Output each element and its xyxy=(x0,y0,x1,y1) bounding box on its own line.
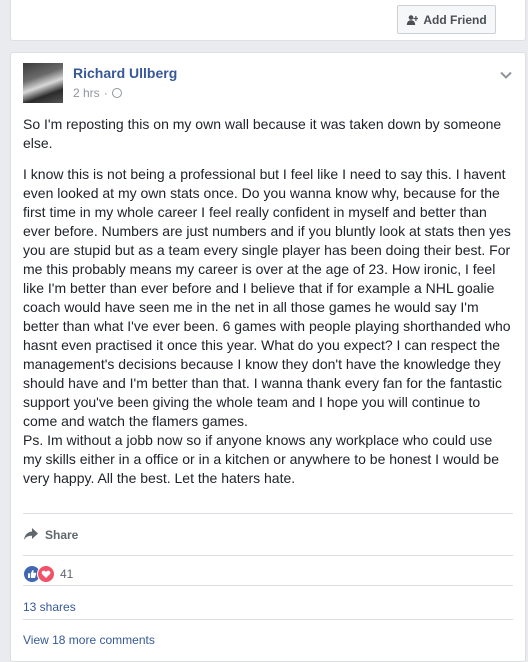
add-friend-label: Add Friend xyxy=(423,12,487,27)
share-label: Share xyxy=(45,528,79,542)
reactions-summary[interactable]: 41 xyxy=(23,565,73,583)
divider xyxy=(23,585,513,586)
globe-icon[interactable] xyxy=(111,88,122,98)
chevron-down-icon[interactable] xyxy=(499,67,513,79)
divider xyxy=(23,555,513,556)
author-name[interactable]: Richard Ullberg xyxy=(73,65,177,81)
shares-link[interactable]: 13 shares xyxy=(23,600,76,614)
post-meta: 2 hrs · xyxy=(73,86,122,100)
post-paragraph: I know this is not being a professional … xyxy=(23,166,511,429)
post-body: So I'm reposting this on my own wall bec… xyxy=(23,115,513,500)
post-card: Richard Ullberg 2 hrs · So I'm reposting… xyxy=(10,52,526,662)
post-paragraph: So I'm reposting this on my own wall bec… xyxy=(23,116,502,151)
share-button[interactable]: Share xyxy=(23,525,78,545)
add-friend-icon xyxy=(406,14,419,26)
love-reaction-icon xyxy=(37,565,55,583)
add-friend-button[interactable]: Add Friend xyxy=(397,5,496,34)
top-card: Add Friend xyxy=(10,0,526,41)
meta-separator: · xyxy=(103,86,108,100)
divider xyxy=(23,619,513,620)
share-arrow-icon xyxy=(23,527,39,544)
post-paragraph: Ps. Im without a jobb now so if anyone k… xyxy=(23,432,499,486)
post-header: Richard Ullberg 2 hrs · xyxy=(23,63,513,103)
divider xyxy=(23,513,513,514)
reaction-count[interactable]: 41 xyxy=(60,567,73,581)
view-more-comments-link[interactable]: View 18 more comments xyxy=(23,633,155,647)
avatar[interactable] xyxy=(23,63,63,103)
post-timestamp[interactable]: 2 hrs xyxy=(73,86,100,100)
